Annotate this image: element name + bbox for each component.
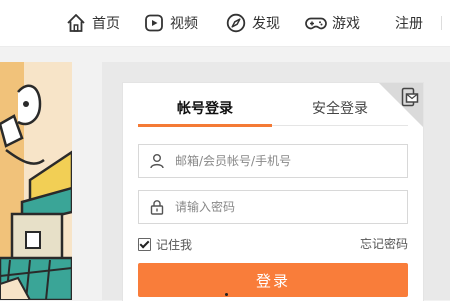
remember-label: 记住我 bbox=[156, 237, 193, 252]
login-card: 帐号登录 安全登录 记住我 忘记密码 登录 bbox=[122, 82, 424, 301]
nav-video[interactable]: 视频 bbox=[143, 0, 198, 46]
nav-game-label: 游戏 bbox=[332, 16, 360, 32]
login-button[interactable]: 登录 bbox=[138, 263, 408, 297]
video-icon bbox=[143, 12, 165, 34]
user-icon bbox=[149, 153, 165, 169]
username-input[interactable] bbox=[175, 154, 395, 168]
nav-register[interactable]: 注册 bbox=[395, 0, 442, 46]
nav-home[interactable]: 首页 bbox=[65, 0, 120, 46]
nav-game[interactable]: 游戏 bbox=[305, 0, 360, 46]
password-input[interactable] bbox=[175, 200, 395, 214]
tab-account-login[interactable]: 帐号登录 bbox=[138, 97, 272, 121]
promo-illustration bbox=[0, 62, 72, 300]
active-tab-indicator bbox=[138, 124, 272, 127]
nav-divider bbox=[441, 16, 442, 30]
cursor-dot bbox=[225, 293, 228, 296]
nav-video-label: 视频 bbox=[170, 16, 198, 32]
nav-discover-label: 发现 bbox=[252, 16, 280, 32]
remember-me[interactable]: 记住我 bbox=[138, 236, 192, 252]
nav-home-label: 首页 bbox=[92, 16, 120, 32]
tab-secure-login[interactable]: 安全登录 bbox=[273, 97, 407, 121]
forgot-password-link[interactable]: 忘记密码 bbox=[360, 236, 408, 252]
nav-register-label: 注册 bbox=[395, 16, 423, 32]
home-icon bbox=[65, 12, 87, 34]
gamepad-icon bbox=[305, 12, 327, 34]
nav-discover[interactable]: 发现 bbox=[225, 0, 280, 46]
compass-icon bbox=[225, 12, 247, 34]
remember-checkbox[interactable] bbox=[138, 237, 151, 251]
username-field[interactable] bbox=[138, 144, 408, 178]
top-nav-bar: 首页 视频 发现 游戏 注册 bbox=[0, 0, 450, 47]
password-field[interactable] bbox=[138, 190, 408, 224]
lock-icon bbox=[149, 199, 165, 215]
